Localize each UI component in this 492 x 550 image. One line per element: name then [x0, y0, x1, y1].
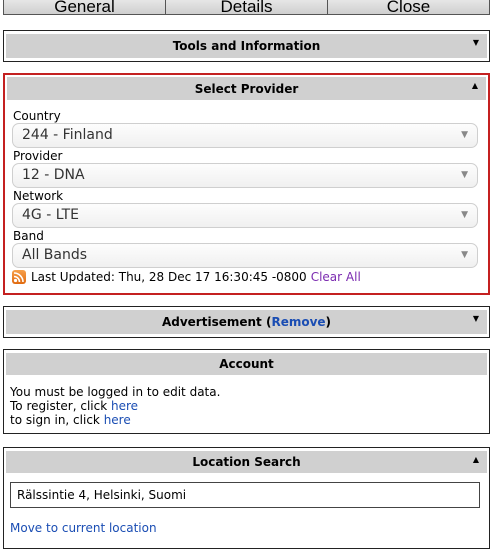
band-label: Band — [13, 229, 44, 243]
network-select[interactable]: 4G - LTE ▼ — [12, 203, 478, 228]
provider-select[interactable]: 12 - DNA ▼ — [12, 163, 478, 188]
rss-icon[interactable] — [12, 270, 26, 284]
account-body: You must be logged in to edit data. To r… — [10, 385, 220, 427]
select-provider-panel: Select Provider ▲ Country 244 - Finland … — [3, 73, 490, 295]
tab-details[interactable]: Details — [166, 0, 328, 14]
tab-close[interactable]: Close — [328, 0, 489, 14]
signin-line: to sign in, click here — [10, 413, 220, 427]
advertisement-header[interactable]: Advertisement (Remove) ▼ — [6, 310, 487, 334]
provider-label: Provider — [13, 149, 63, 163]
tools-panel: Tools and Information ▼ — [3, 30, 490, 62]
band-select[interactable]: All Bands ▼ — [12, 243, 478, 268]
advertisement-title-close: ) — [325, 315, 332, 329]
network-label: Network — [13, 189, 64, 203]
country-select-value: 244 - Finland — [22, 127, 113, 143]
chevron-up-icon[interactable]: ▲ — [472, 77, 478, 95]
advertisement-title: Advertisement ( — [161, 315, 272, 329]
clear-all-link[interactable]: Clear All — [311, 270, 361, 284]
tools-panel-header[interactable]: Tools and Information ▼ — [6, 34, 487, 58]
last-updated-row: Last Updated: Thu, 28 Dec 17 16:30:45 -0… — [12, 270, 361, 284]
chevron-down-icon[interactable]: ▼ — [473, 310, 479, 328]
advertisement-panel: Advertisement (Remove) ▼ — [3, 306, 490, 338]
chevron-up-icon[interactable]: ▲ — [473, 451, 479, 469]
account-header: Account — [6, 353, 487, 375]
tools-panel-title: Tools and Information — [172, 39, 321, 53]
account-panel: Account You must be logged in to edit da… — [3, 349, 490, 434]
remove-ad-link[interactable]: Remove — [271, 315, 325, 329]
provider-select-value: 12 - DNA — [22, 167, 85, 183]
select-provider-header[interactable]: Select Provider ▲ — [7, 77, 486, 100]
login-required-text: You must be logged in to edit data. — [10, 385, 221, 399]
location-search-panel: Location Search ▲ Rälssintie 4, Helsinki… — [3, 447, 490, 549]
select-provider-title: Select Provider — [194, 82, 299, 96]
move-to-current-location-link[interactable]: Move to current location — [10, 521, 157, 535]
top-tab-bar: General Details Close — [3, 0, 490, 15]
country-select[interactable]: 244 - Finland ▼ — [12, 123, 478, 148]
register-link[interactable]: here — [111, 399, 138, 413]
dropdown-arrow-icon: ▼ — [461, 210, 468, 220]
network-select-value: 4G - LTE — [22, 207, 79, 223]
chevron-down-icon[interactable]: ▼ — [473, 34, 479, 52]
tab-general[interactable]: General — [4, 0, 166, 14]
last-updated-text: Last Updated: Thu, 28 Dec 17 16:30:45 -0… — [31, 270, 307, 284]
signin-link[interactable]: here — [104, 413, 131, 427]
dropdown-arrow-icon: ▼ — [461, 170, 468, 180]
register-text: To register, click — [10, 399, 111, 413]
dropdown-arrow-icon: ▼ — [461, 130, 468, 140]
register-line: To register, click here — [10, 399, 220, 413]
location-search-header[interactable]: Location Search ▲ — [6, 451, 487, 473]
location-search-title: Location Search — [192, 455, 301, 469]
signin-text: to sign in, click — [10, 413, 104, 427]
location-search-input[interactable]: Rälssintie 4, Helsinki, Suomi — [10, 482, 480, 508]
account-title: Account — [219, 357, 274, 371]
country-label: Country — [13, 109, 61, 123]
band-select-value: All Bands — [22, 247, 88, 263]
dropdown-arrow-icon: ▼ — [461, 250, 468, 260]
